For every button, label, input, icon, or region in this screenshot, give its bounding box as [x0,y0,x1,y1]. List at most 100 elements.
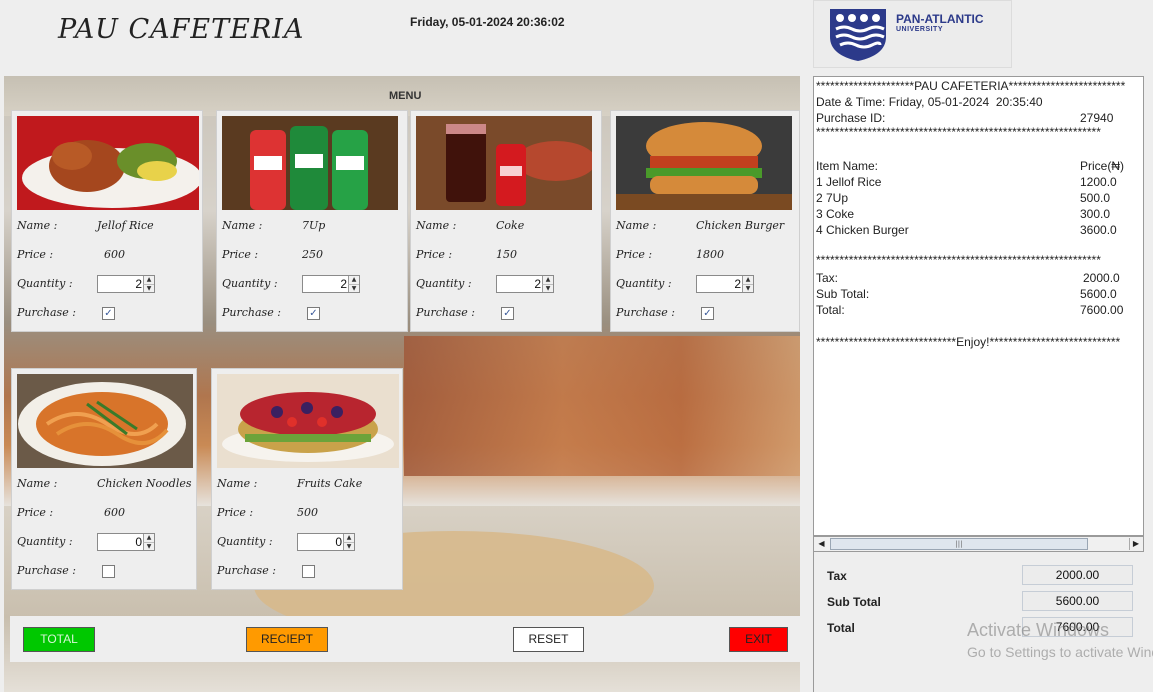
purchase-label: Purchase : [17,564,76,577]
university-logo: PAN-ATLANTIC UNIVERSITY [813,0,1012,68]
quantity-value: 2 [534,277,541,291]
total-label: Total [827,621,855,635]
quantity-stepper[interactable]: 2 ▲ ▼ [302,275,360,293]
stepper-up-icon[interactable]: ▲ [348,276,359,284]
price-label: Price : [17,506,54,519]
scroll-right-icon[interactable]: ▶ [1129,538,1142,550]
quantity-label: Quantity : [217,535,273,548]
item-name: Jellof Rice [97,219,154,232]
quantity-label: Quantity : [416,277,472,290]
menu-label: MENU [389,90,422,102]
receipt-header-line: *********************PAU CAFETERIA******… [816,79,1126,93]
tax-field[interactable]: 2000.00 [1022,565,1133,585]
quantity-label: Quantity : [616,277,672,290]
name-label: Name : [17,219,58,232]
quantity-value: 0 [135,535,142,549]
logo-subtitle: UNIVERSITY [896,26,944,33]
price-label: Price : [222,248,259,261]
stepper-down-icon[interactable]: ▼ [343,542,354,550]
receipt-item-price: 500.0 [1080,191,1111,205]
receipt-subtotal-label: Sub Total: [816,287,870,301]
university-shield-icon [830,9,886,61]
item-price: 150 [496,248,517,261]
item-price: 1800 [696,248,724,261]
quantity-value: 2 [734,277,741,291]
stepper-down-icon[interactable]: ▼ [742,284,753,292]
stepper-down-icon[interactable]: ▼ [348,284,359,292]
quantity-label: Quantity : [17,535,73,548]
receipt-item-name: 1 Jellof Rice [816,175,882,189]
quantity-stepper[interactable]: 2 ▲ ▼ [496,275,554,293]
item-price: 500 [297,506,318,519]
receipt-item-name: 4 Chicken Burger [816,223,909,237]
scroll-left-icon[interactable]: ◀ [815,538,828,550]
stepper-down-icon[interactable]: ▼ [143,542,154,550]
stepper-up-icon[interactable]: ▲ [343,534,354,542]
exit-button[interactable]: EXIT [729,627,788,652]
receipt-textarea[interactable]: *********************PAU CAFETERIA******… [813,76,1144,536]
receipt-item-price: 1200.0 [1080,175,1117,189]
stepper-down-icon[interactable]: ▼ [143,284,154,292]
receipt-item-price: 3600.0 [1080,223,1117,237]
app-title: PAU CAFETERIA [58,14,305,45]
purchase-checkbox[interactable] [302,565,315,578]
menu-card-coke: Name : Coke Price : 150 Quantity : 2 ▲ ▼… [410,110,602,332]
quantity-stepper[interactable]: 2 ▲ ▼ [696,275,754,293]
total-button[interactable]: TOTAL [23,627,95,652]
purchase-checkbox[interactable]: ✓ [701,307,714,320]
stepper-up-icon[interactable]: ▲ [143,534,154,542]
activate-windows-hint: Go to Settings to activate Windows. [967,644,1153,660]
purchase-checkbox[interactable]: ✓ [501,307,514,320]
item-price: 250 [302,248,323,261]
purchase-checkbox[interactable] [102,565,115,578]
price-label: Price : [17,248,54,261]
name-label: Name : [222,219,263,232]
menu-card-jellof-rice: Name : Jellof Rice Price : 600 Quantity … [11,110,203,332]
name-label: Name : [416,219,457,232]
quantity-label: Quantity : [17,277,73,290]
fruits-cake-photo [217,374,399,468]
purchase-label: Purchase : [416,306,475,319]
scroll-thumb[interactable]: ||| [830,538,1088,550]
stepper-up-icon[interactable]: ▲ [542,276,553,284]
chicken-burger-photo [616,116,792,210]
tax-label: Tax [827,569,847,583]
receipt-total: 7600.00 [1080,303,1124,317]
item-name: Chicken Noodles [97,477,192,490]
quantity-label: Quantity : [222,277,278,290]
receipt-tax: 2000.0 [1083,271,1120,285]
receipt-divider: ****************************************… [816,125,1101,139]
receipt-tax-label: Tax: [816,271,839,285]
menu-panel: MENU Name : Jellof Rice Price : 600 Quan… [4,76,800,692]
item-name: 7Up [302,219,326,232]
receipt-item-header: Item Name: [816,159,879,173]
reset-button[interactable]: RESET [513,627,584,652]
receipt-purchase-id-label: Purchase ID: [816,111,886,125]
chicken-noodles-photo [17,374,193,468]
quantity-stepper[interactable]: 0 ▲ ▼ [297,533,355,551]
quantity-stepper[interactable]: 0 ▲ ▼ [97,533,155,551]
jollof-rice-photo [17,116,199,210]
purchase-label: Purchase : [222,306,281,319]
name-label: Name : [616,219,657,232]
coke-glass-photo [416,116,592,210]
stepper-up-icon[interactable]: ▲ [143,276,154,284]
purchase-label: Purchase : [17,306,76,319]
7up-cans-photo [222,116,398,210]
quantity-value: 2 [135,277,142,291]
purchase-checkbox[interactable]: ✓ [307,307,320,320]
receipt-datetime: Date & Time: Friday, 05-01-2024 20:35:40 [816,95,1043,109]
subtotal-label: Sub Total [827,595,881,609]
subtotal-field[interactable]: 5600.00 [1022,591,1133,611]
stepper-up-icon[interactable]: ▲ [742,276,753,284]
receipt-footer-line: ******************************Enjoy!****… [816,335,1121,349]
purchase-checkbox[interactable]: ✓ [102,307,115,320]
receipt-horizontal-scrollbar[interactable]: ◀ ||| ▶ [813,536,1144,552]
stepper-down-icon[interactable]: ▼ [542,284,553,292]
name-label: Name : [17,477,58,490]
price-label: Price : [616,248,653,261]
receipt-button[interactable]: RECIEPT [246,627,328,652]
receipt-price-header: Price(₦) [1080,159,1124,173]
item-price: 600 [104,248,125,261]
quantity-stepper[interactable]: 2 ▲ ▼ [97,275,155,293]
